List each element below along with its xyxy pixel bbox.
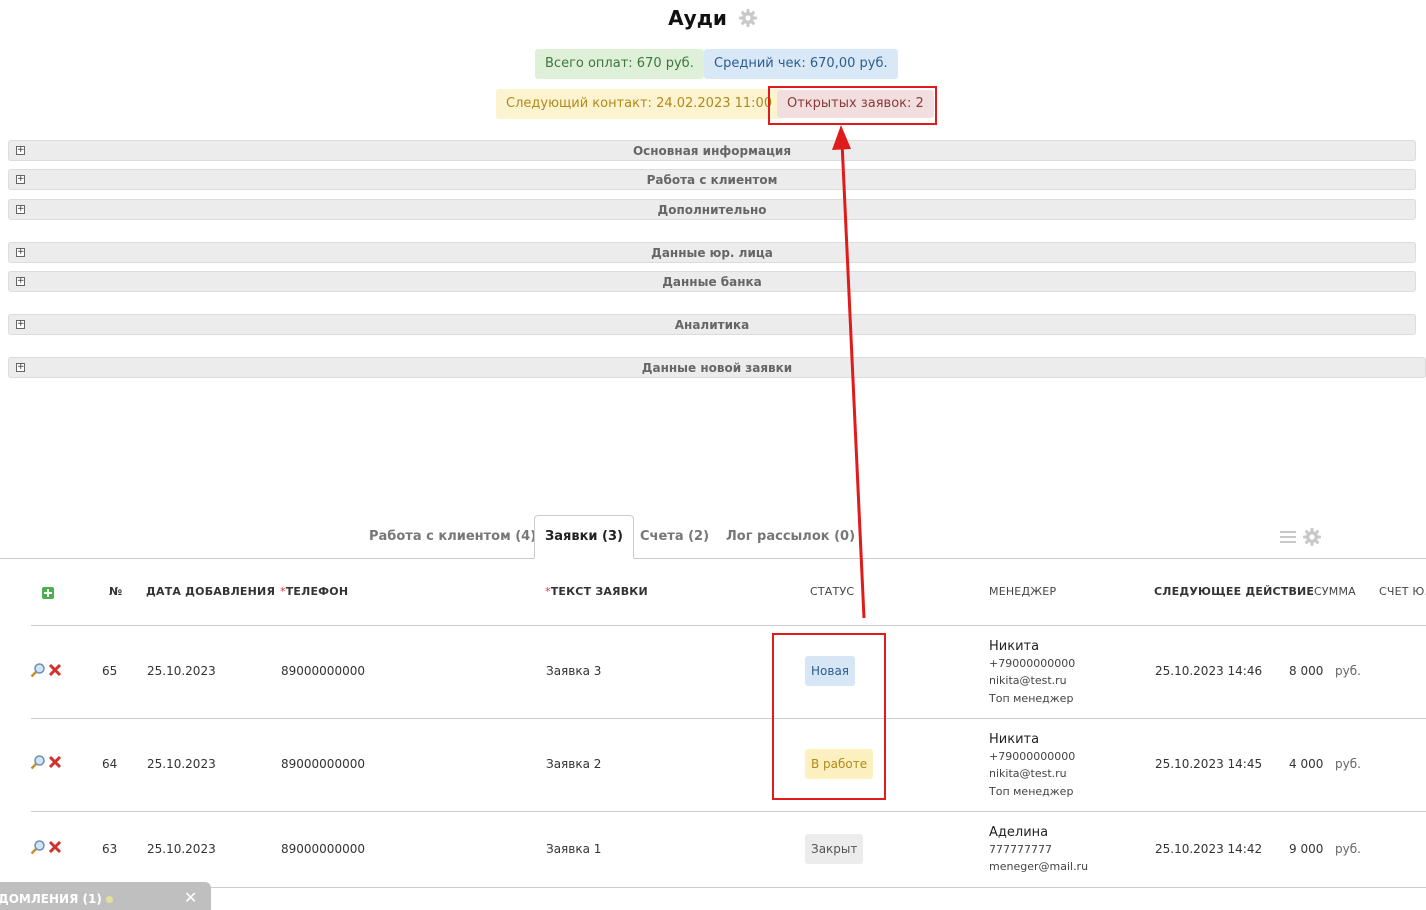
row-divider [31,887,1426,888]
section-analytics[interactable]: + Аналитика [8,314,1416,335]
col-manager[interactable]: МЕНЕДЖЕР [989,585,1056,598]
cell-phone: 89000000000 [281,664,365,678]
section-new-request[interactable]: + Данные новой заявки [8,357,1426,378]
row-divider [31,811,1426,812]
annotation-box-statuses [772,633,886,800]
cell-request-text: Заявка 1 [546,842,602,856]
section-additional[interactable]: + Дополнительно [8,199,1416,220]
delete-icon[interactable] [47,662,63,678]
cell-date: 25.10.2023 [147,664,216,678]
col-phone-label: ТЕЛЕФОН [285,585,349,598]
table-settings-gear-icon[interactable] [1302,527,1322,547]
view-magnifier-icon[interactable] [30,662,46,678]
delete-icon[interactable] [47,754,63,770]
notifications-label: ДОМЛЕНИЯ (1) [0,892,113,906]
section-legal-entity[interactable]: + Данные юр. лица [8,242,1416,263]
manager-email[interactable]: nikita@test.ru [989,674,1067,687]
tab-invoices[interactable]: Счета (2) [640,516,709,558]
cell-number: 64 [102,757,118,771]
cell-sum: 8 000 [1289,664,1324,678]
cell-number: 63 [102,842,118,856]
annotation-arrow [832,125,866,619]
cell-sum: 9 000 [1289,842,1324,856]
next-contact-badge: Следующий контакт: 24.02.2023 11:00 [496,89,783,119]
section-label: Данные новой заявки [641,361,793,375]
cell-date: 25.10.2023 [147,842,216,856]
col-text-label: ТЕКСТ ЗАЯВКИ [550,585,648,598]
section-label: Данные банка [662,275,762,289]
row-divider [31,625,1426,626]
cell-next-action: 25.10.2023 14:42 [1155,842,1263,856]
manager-role: Топ менеджер [989,692,1074,705]
cell-currency: руб. [1335,664,1361,678]
page-title: Ауди [0,6,1426,30]
col-sum[interactable]: СУММА [1314,585,1356,598]
cell-currency: руб. [1335,757,1361,771]
delete-icon[interactable] [47,839,63,855]
manager-phone: +79000000000 [989,750,1076,763]
notifications-tab[interactable]: ДОМЛЕНИЯ (1) ✕ [0,882,211,910]
section-client-work[interactable]: + Работа с клиентом [8,169,1416,190]
tab-requests[interactable]: Заявки (3) [534,515,634,559]
cell-request-text: Заявка 3 [546,664,602,678]
tab-divider [0,558,1426,559]
cell-sum: 4 000 [1289,757,1324,771]
list-menu-icon[interactable] [1279,529,1297,545]
col-next-action[interactable]: СЛЕДУЮЩЕЕ ДЕЙСТВИЕ [1154,585,1314,598]
notifications-text: ДОМЛЕНИЯ (1) [0,892,102,906]
cell-phone: 89000000000 [281,757,365,771]
section-label: Данные юр. лица [651,246,773,260]
cell-number: 65 [102,664,118,678]
section-label: Дополнительно [657,203,767,217]
section-main-info[interactable]: + Основная информация [8,140,1416,161]
cell-request-text: Заявка 2 [546,757,602,771]
section-bank-data[interactable]: + Данные банка [8,271,1416,292]
cell-currency: руб. [1335,842,1361,856]
average-check-badge: Средний чек: 670,00 руб. [704,49,898,79]
row-divider [31,718,1426,719]
col-request-text[interactable]: *ТЕКСТ ЗАЯВКИ [545,585,648,598]
cell-next-action: 25.10.2023 14:46 [1155,664,1263,678]
manager-email[interactable]: meneger@mail.ru [989,860,1088,873]
col-number[interactable]: № [109,585,122,598]
manager-name: Никита [989,732,1040,747]
manager-phone: +79000000000 [989,657,1076,670]
total-payments-badge: Всего оплат: 670 руб. [535,49,704,79]
manager-name: Аделина [989,825,1049,840]
section-label: Аналитика [674,318,750,332]
section-label: Основная информация [632,144,792,158]
col-phone[interactable]: *ТЕЛЕФОН [280,585,348,598]
add-request-icon[interactable] [42,587,54,599]
status-badge[interactable]: Закрыт [805,834,864,864]
view-magnifier-icon[interactable] [30,839,46,855]
col-account[interactable]: СЧЕТ Ю. [1379,585,1426,598]
manager-name: Никита [989,639,1040,654]
section-label: Работа с клиентом [646,173,778,187]
manager-phone: 777777777 [989,843,1052,856]
notification-dot-icon [105,896,113,903]
manager-role: Топ менеджер [989,785,1074,798]
settings-gear-icon[interactable] [738,8,758,28]
cell-next-action: 25.10.2023 14:45 [1155,757,1263,771]
close-icon[interactable]: ✕ [184,888,197,907]
cell-phone: 89000000000 [281,842,365,856]
tab-client-work[interactable]: Работа с клиентом (4) [369,516,536,558]
manager-email[interactable]: nikita@test.ru [989,767,1067,780]
col-date-added[interactable]: ДАТА ДОБАВЛЕНИЯ [146,585,275,598]
title-text: Ауди [668,6,727,30]
cell-date: 25.10.2023 [147,757,216,771]
view-magnifier-icon[interactable] [30,754,46,770]
